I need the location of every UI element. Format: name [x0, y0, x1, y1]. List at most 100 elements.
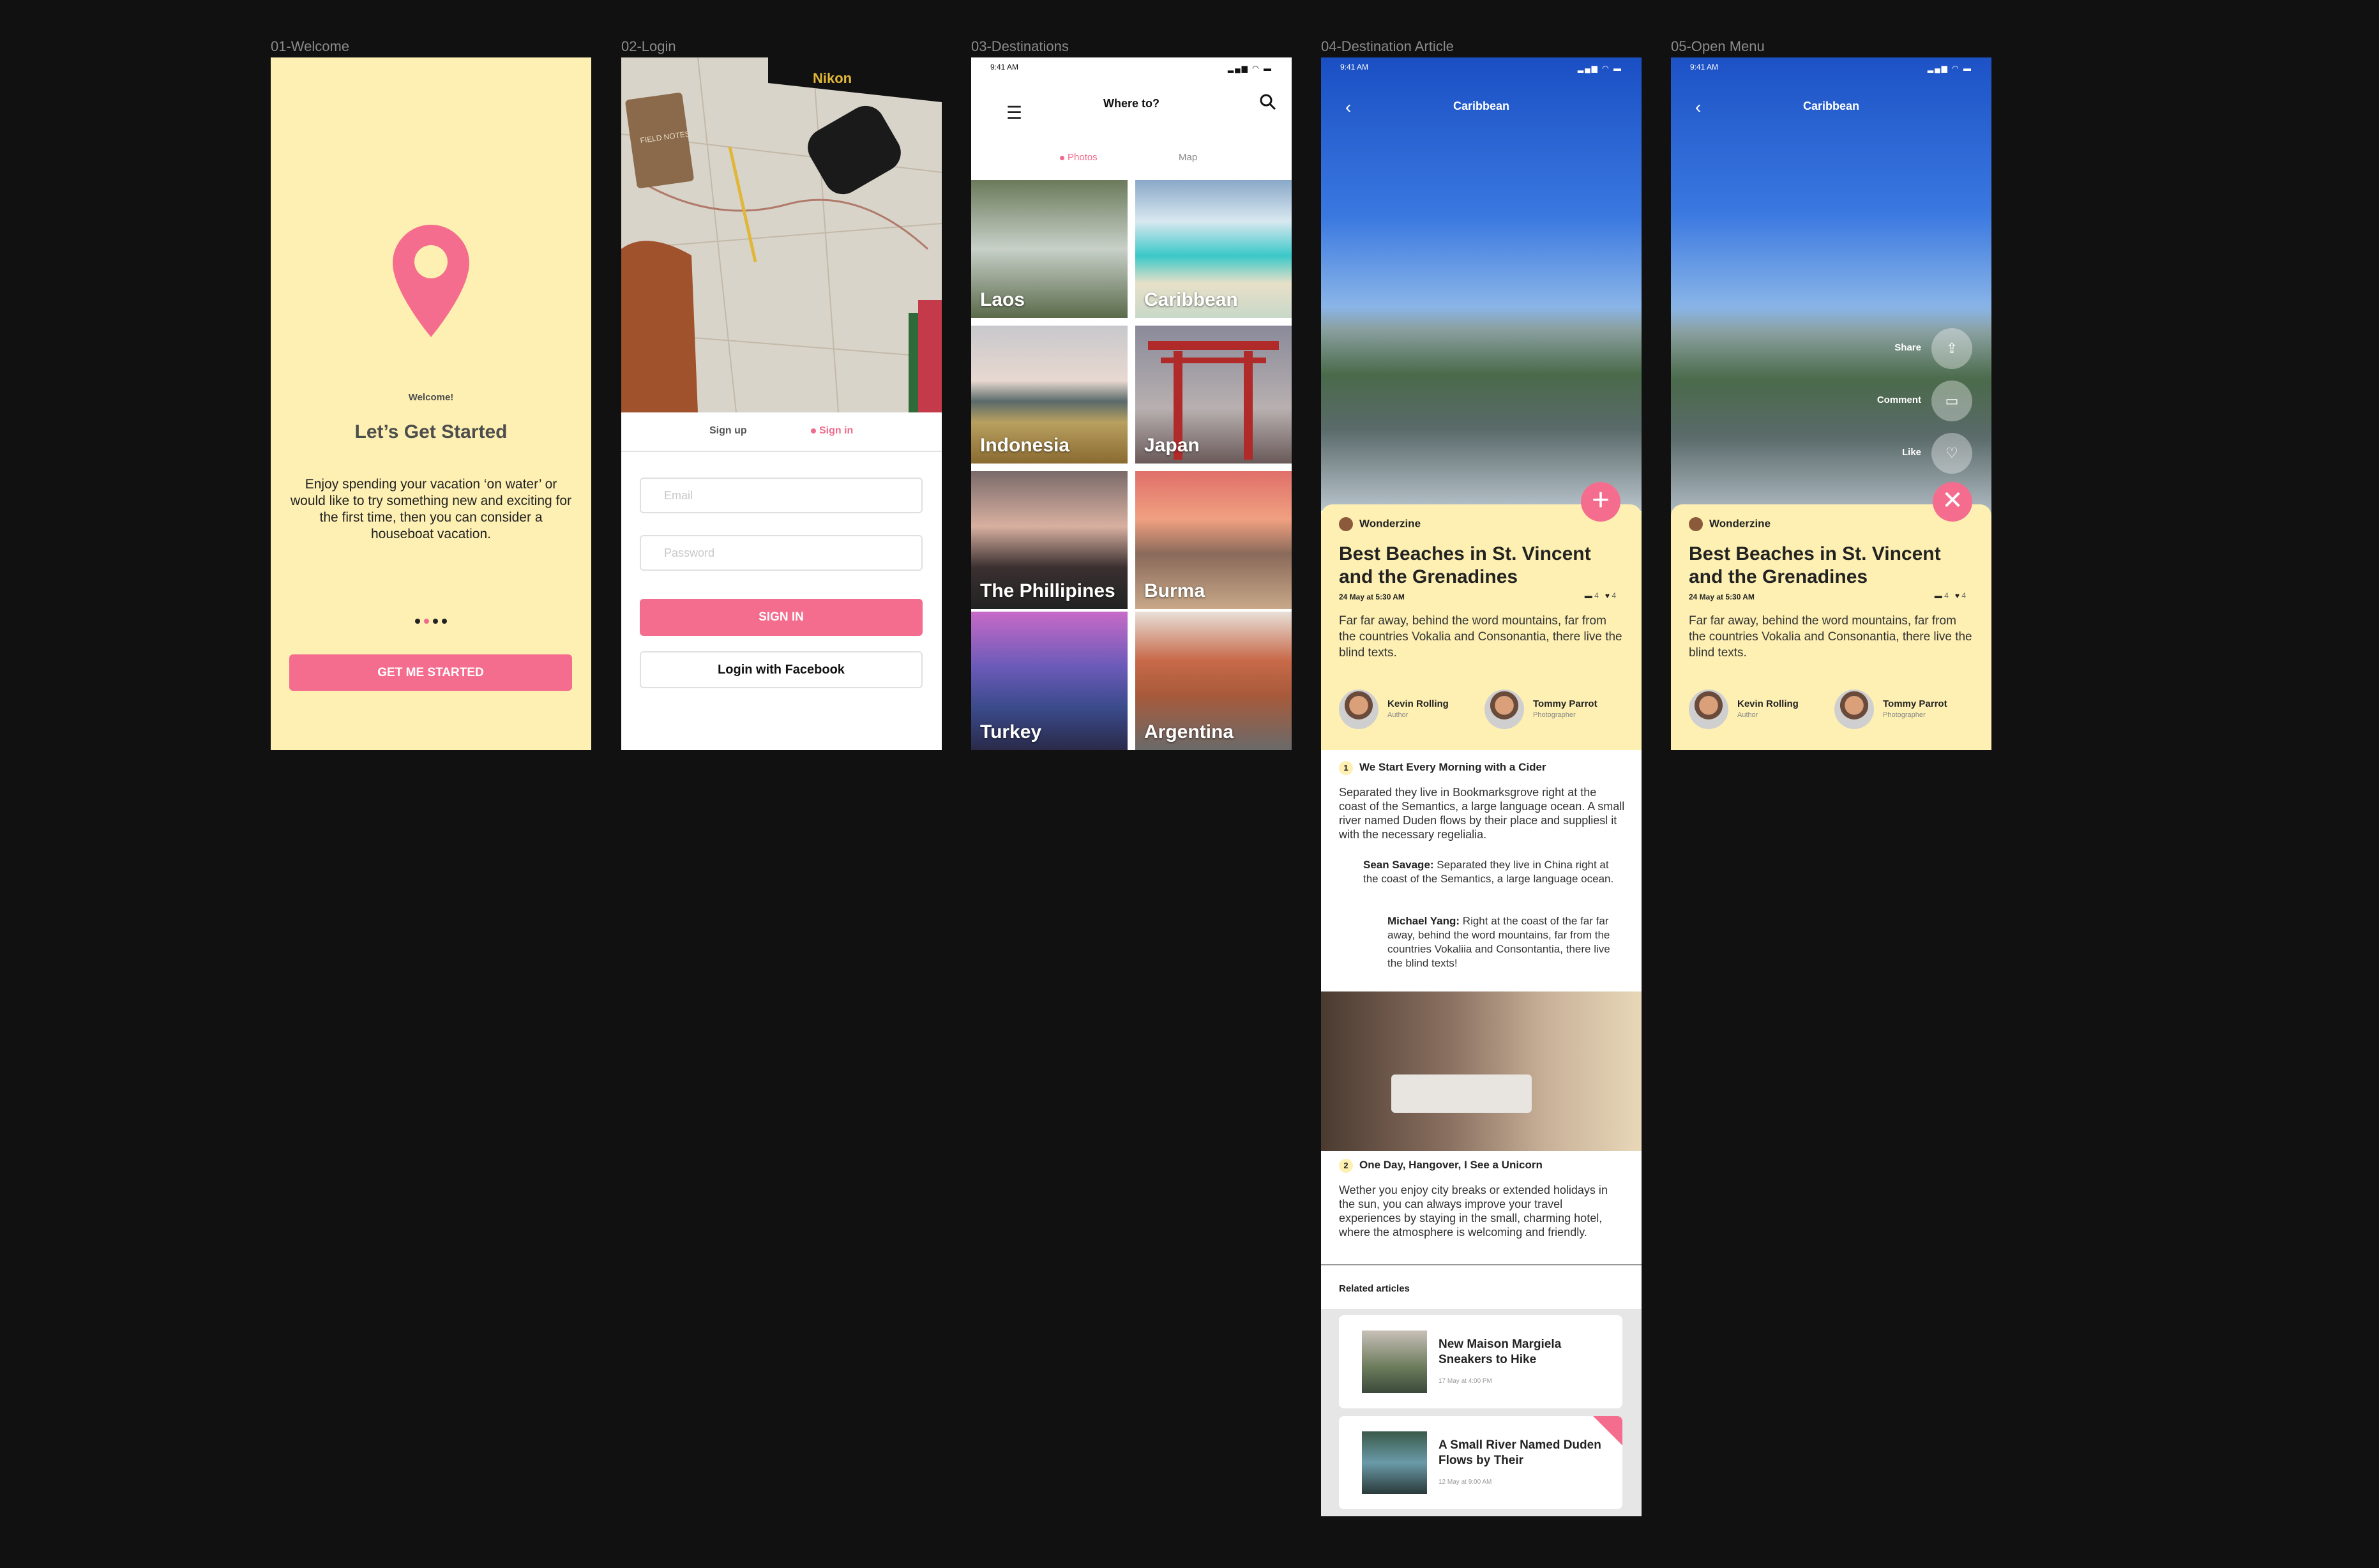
destination-tile-phillipines[interactable]: The Phillipines [971, 471, 1128, 609]
article-thumbnail [1362, 1331, 1427, 1393]
get-started-button[interactable]: GET ME STARTED [289, 654, 572, 691]
comment-icon[interactable]: ▬ [1585, 591, 1592, 600]
article-stats: ▬ 4 ♥ 4 [1935, 591, 1966, 600]
pagination-dots[interactable] [271, 615, 591, 627]
page-title: Let’s Get Started [354, 421, 508, 442]
section-heading-1: 1 We Start Every Morning with a Cider [1339, 761, 1546, 775]
related-article-title: A Small River Named Duden Flows by Their [1439, 1438, 1601, 1467]
frame-label-article: 04-Destination Article [1321, 38, 1454, 54]
destination-tile-laos[interactable]: Laos [971, 180, 1128, 318]
hotel-room-photo [1321, 991, 1642, 1151]
tab-map[interactable]: Map [1179, 152, 1197, 163]
signal-icon: ▂▄▆ ◠ ▬ [1577, 64, 1622, 73]
article-stats: ▬ 4 ♥ 4 [1585, 591, 1616, 600]
article-card: Wonderzine Best Beaches in St. Vincent a… [1671, 504, 1991, 750]
publisher-name: Wonderzine [1689, 517, 1771, 531]
related-article-card[interactable]: New Maison Margiela Sneakers to Hike 17 … [1339, 1315, 1622, 1408]
frame-label-destinations: 03-Destinations [971, 38, 1069, 54]
destination-tile-burma[interactable]: Burma [1135, 471, 1292, 609]
svg-text:Nikon: Nikon [813, 70, 852, 86]
add-button[interactable]: + [1581, 482, 1620, 522]
frame-label-welcome: 01-Welcome [271, 38, 350, 54]
share-icon[interactable]: ⇪ [1931, 328, 1972, 369]
travel-map-photo: FIELD NOTES Nikon [621, 57, 942, 412]
article-date: 24 May at 5:30 AM [1689, 592, 1755, 601]
tab-photos[interactable]: Photos [1060, 152, 1098, 163]
photographer-name: Tommy Parrot [1533, 698, 1597, 709]
destination-tile-indonesia[interactable]: Indonesia [971, 326, 1128, 464]
related-article-date: 17 May at 4:00 PM [1439, 1378, 1492, 1385]
close-icon[interactable]: ✕ [1933, 482, 1972, 522]
page-title: Caribbean [1802, 100, 1860, 112]
open-menu-screen: 9:41 AM ▂▄▆ ◠ ▬ ‹ Caribbean Share ⇪ Comm… [1671, 57, 1991, 750]
avatar [1484, 690, 1524, 729]
signal-icon: ▂▄▆ ◠ ▬ [1227, 64, 1273, 73]
page-title: Where to? [1103, 97, 1159, 110]
destination-tile-caribbean[interactable]: Caribbean [1135, 180, 1292, 318]
section-body-1: Separated they live in Bookmarksgrove ri… [1339, 786, 1625, 841]
article-date: 24 May at 5:30 AM [1339, 592, 1405, 601]
photographer-role: Photographer [1533, 711, 1576, 719]
avatar [1339, 690, 1378, 729]
comment-icon[interactable]: ▬ [1935, 591, 1942, 600]
heart-icon[interactable]: ♡ [1931, 433, 1972, 474]
article-thumbnail [1362, 1431, 1427, 1494]
destination-tile-argentina[interactable]: Argentina [1135, 612, 1292, 750]
login-screen: FIELD NOTES Nikon Sign up Sign in SIGN I… [621, 57, 942, 750]
status-time: 9:41 AM [1690, 63, 1719, 72]
heart-icon[interactable]: ♥ [1955, 591, 1960, 600]
location-pin-icon [393, 225, 469, 337]
status-time: 9:41 AM [990, 63, 1019, 72]
status-bar: 9:41 AM ▂▄▆ ◠ ▬ [971, 61, 1292, 75]
share-label: Share [1894, 342, 1921, 353]
facebook-login-button[interactable]: Login with Facebook [640, 651, 923, 688]
like-label: Like [1901, 447, 1921, 458]
article-card: Wonderzine Best Beaches in St. Vincent a… [1321, 504, 1642, 750]
frame-label-login: 02-Login [621, 38, 676, 54]
heart-icon[interactable]: ♥ [1605, 591, 1610, 600]
article-title: Best Beaches in St. Vincent and the Gren… [1689, 543, 1941, 587]
article-intro: Far far away, behind the word mountains,… [1339, 614, 1622, 660]
auth-tabs: Sign up Sign in [621, 412, 942, 452]
tab-sign-up[interactable]: Sign up [709, 425, 747, 437]
bookmark-ribbon-icon[interactable] [1593, 1416, 1622, 1445]
frame-label-open-menu: 05-Open Menu [1671, 38, 1765, 54]
comment-count: 4 [1944, 591, 1949, 600]
sign-in-button[interactable]: SIGN IN [640, 599, 923, 636]
related-article-card[interactable]: A Small River Named Duden Flows by Their… [1339, 1416, 1622, 1509]
photographer-role: Photographer [1883, 711, 1926, 719]
email-field[interactable] [640, 478, 923, 513]
photographer-name: Tommy Parrot [1883, 698, 1947, 709]
welcome-screen: Welcome! Let’s Get Started Enjoy spendin… [271, 57, 591, 750]
password-field[interactable] [640, 535, 923, 571]
article-title: Best Beaches in St. Vincent and the Gren… [1339, 543, 1591, 587]
like-count: 4 [1612, 591, 1616, 600]
avatar [1689, 690, 1728, 729]
destinations-screen: 9:41 AM ▂▄▆ ◠ ▬ ☰ Where to? Photos Map L… [971, 57, 1292, 750]
comment-count: 4 [1594, 591, 1599, 600]
quote-2: Michael Yang: Right at the coast of the … [1387, 915, 1610, 969]
status-bar: 9:41 AM ▂▄▆ ◠ ▬ [1321, 61, 1642, 75]
tab-sign-in[interactable]: Sign in [811, 425, 853, 437]
destination-tile-turkey[interactable]: Turkey [971, 612, 1128, 750]
welcome-kicker: Welcome! [408, 392, 454, 403]
author-name: Kevin Rolling [1737, 698, 1799, 709]
comment-icon[interactable]: ▭ [1931, 381, 1972, 421]
page-title: Caribbean [1453, 100, 1510, 112]
like-count: 4 [1961, 591, 1966, 600]
related-article-date: 12 May at 9:00 AM [1439, 1479, 1492, 1486]
author-role: Author [1387, 711, 1409, 719]
section-body-2: Wether you enjoy city breaks or extended… [1339, 1184, 1608, 1239]
status-time: 9:41 AM [1340, 63, 1369, 72]
author-name: Kevin Rolling [1387, 698, 1449, 709]
search-icon[interactable] [1259, 93, 1277, 111]
destination-tile-japan[interactable]: Japan [1135, 326, 1292, 464]
status-bar: 9:41 AM ▂▄▆ ◠ ▬ [1671, 61, 1991, 75]
article-intro: Far far away, behind the word mountains,… [1689, 614, 1972, 660]
related-articles-heading: Related articles [1339, 1283, 1410, 1294]
caribbean-hero-photo [1321, 57, 1642, 511]
quote-1: Sean Savage: Separated they live in Chin… [1363, 859, 1614, 885]
article-screen: 9:41 AM ▂▄▆ ◠ ▬ ‹ Caribbean Wonderzine B… [1321, 57, 1642, 1516]
welcome-body: Enjoy spending your vacation ‘on water’ … [290, 477, 572, 541]
avatar [1834, 690, 1874, 729]
